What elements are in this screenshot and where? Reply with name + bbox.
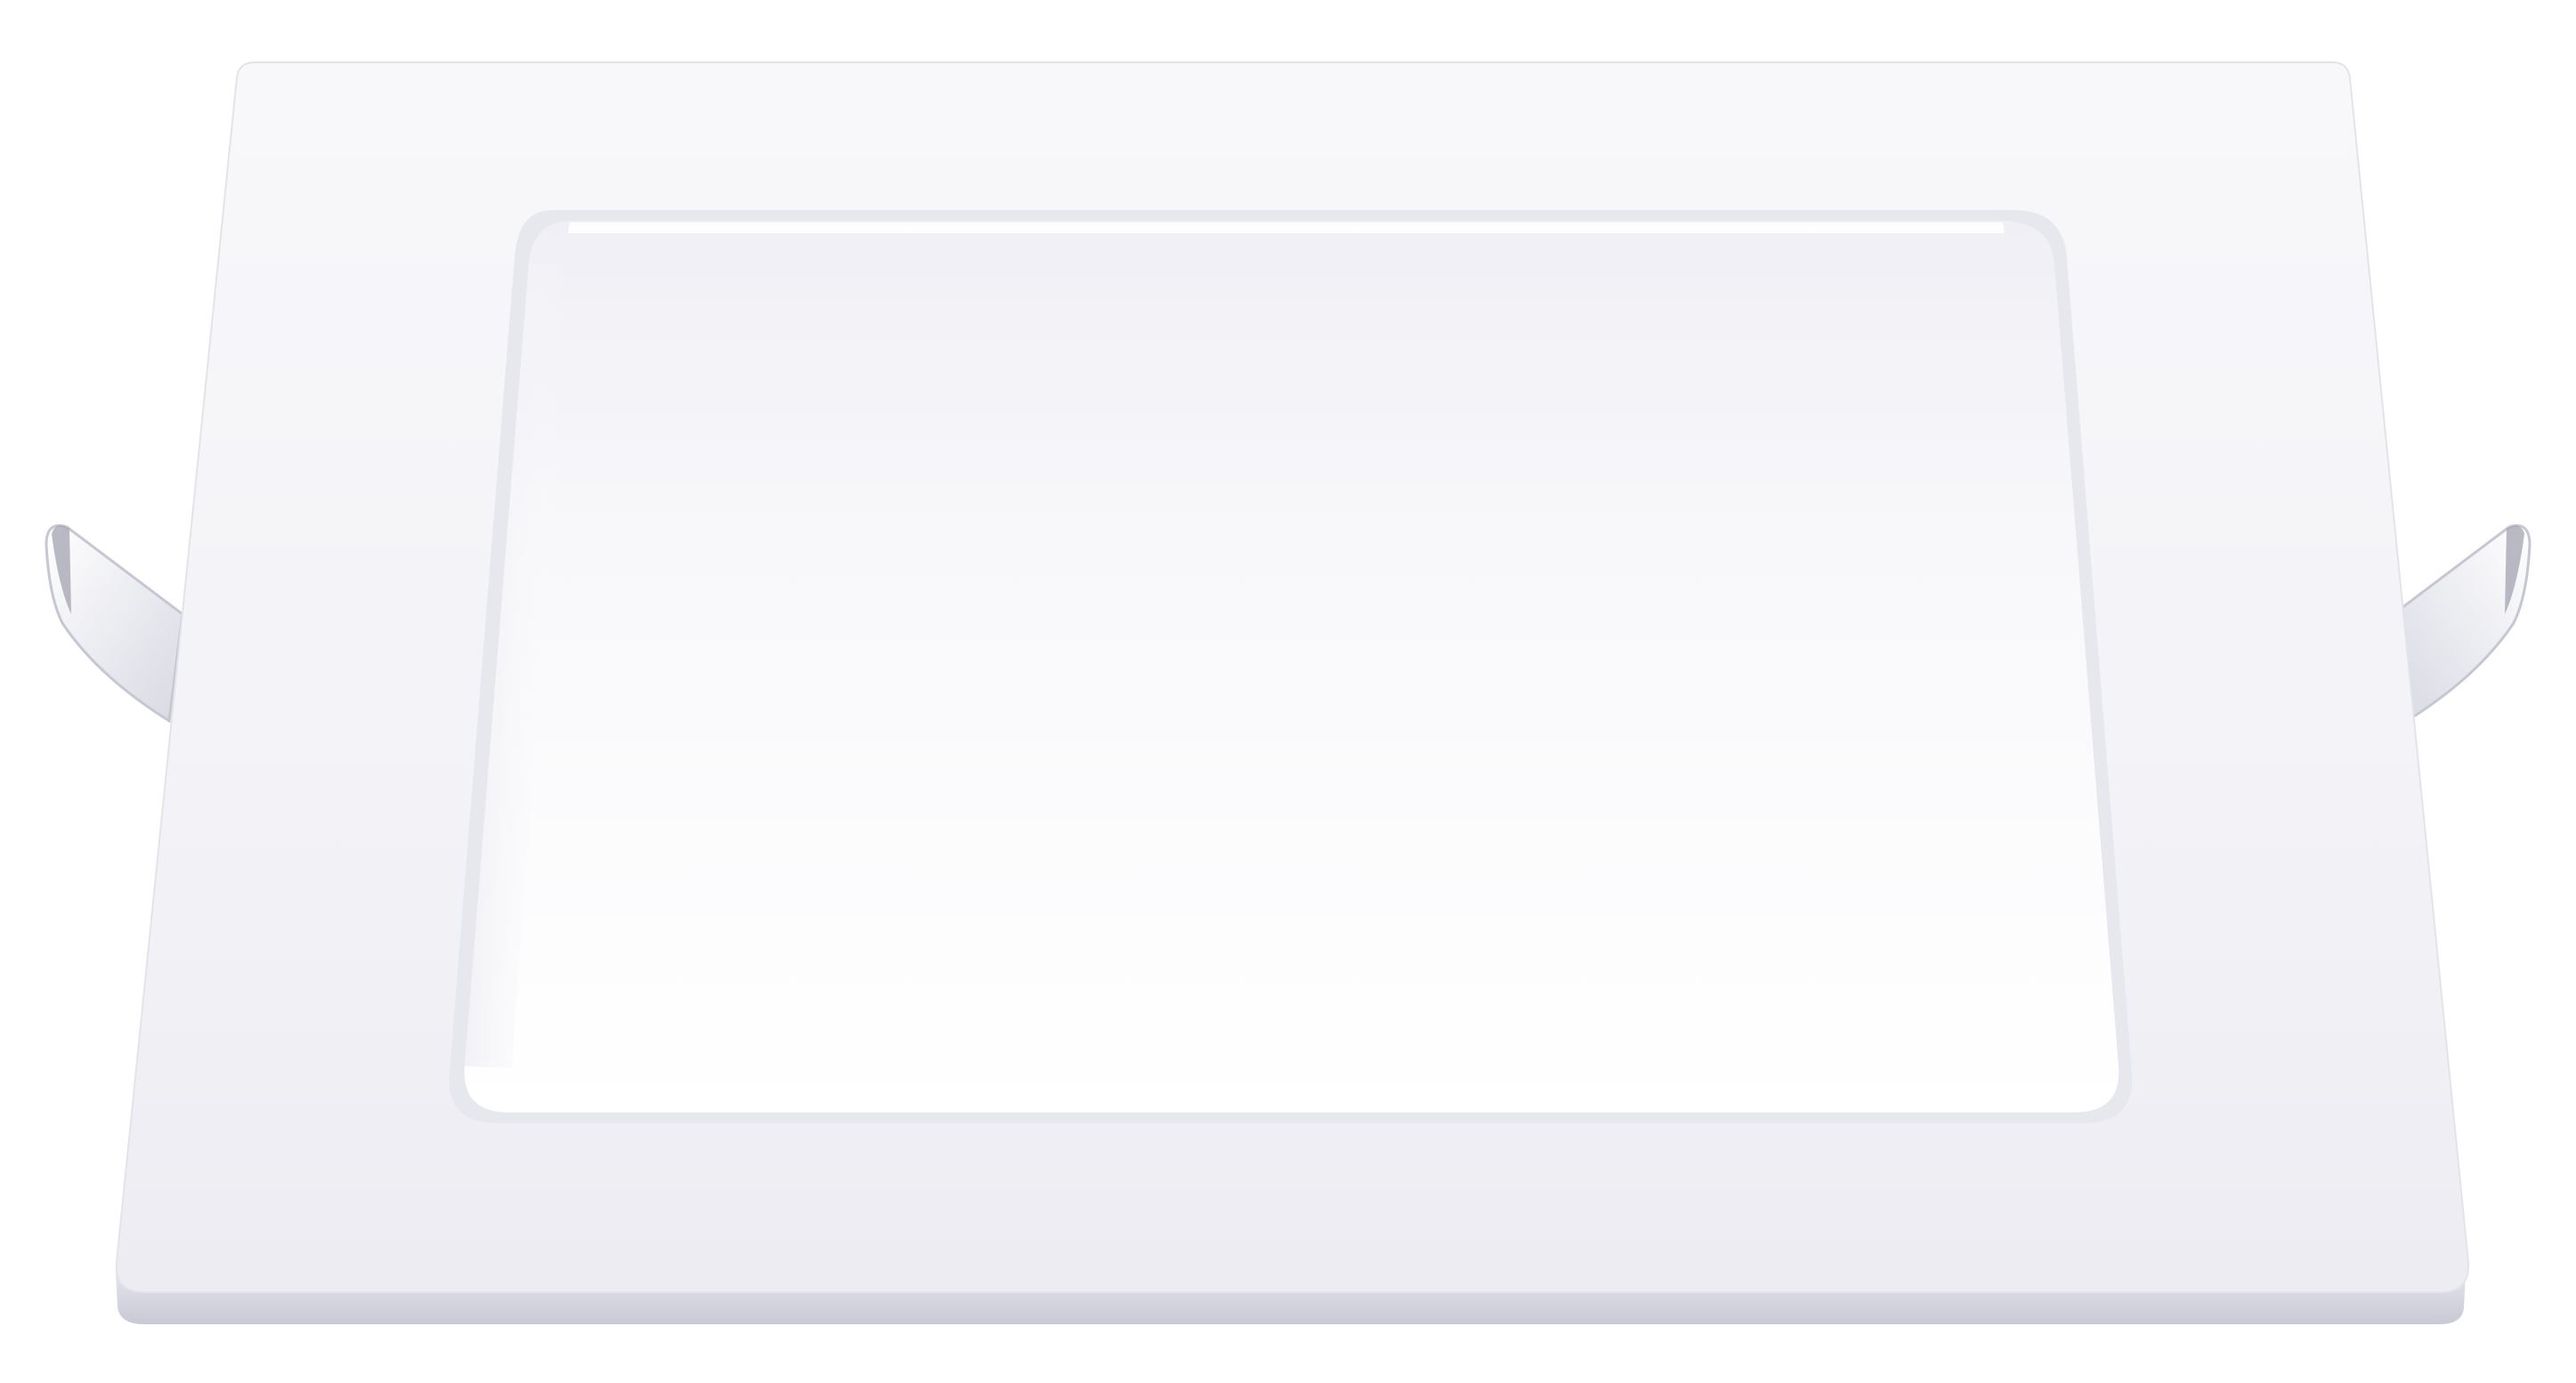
product-photo [0, 0, 2576, 1383]
diffuser-panel [464, 221, 2119, 1112]
right-spring-clip [2392, 524, 2531, 724]
left-spring-clip [45, 524, 184, 724]
diffuser-top-highlight [568, 222, 2005, 233]
led-panel-illustration [45, 61, 2531, 1324]
